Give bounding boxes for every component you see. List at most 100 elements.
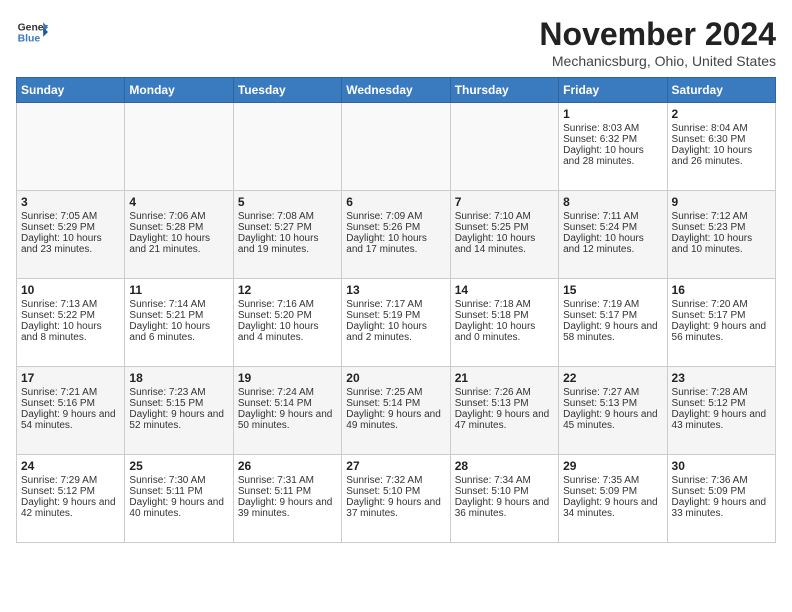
calendar-cell: 3Sunrise: 7:05 AMSunset: 5:29 PMDaylight… [17,191,125,279]
sunset-text: Sunset: 5:10 PM [346,486,445,497]
day-number: 1 [563,107,662,121]
day-number: 21 [455,371,554,385]
day-number: 24 [21,459,120,473]
sunset-text: Sunset: 5:16 PM [21,398,120,409]
day-number: 29 [563,459,662,473]
sunrise-text: Sunrise: 7:18 AM [455,299,554,310]
daylight-text: Daylight: 9 hours and 34 minutes. [563,497,662,519]
sunrise-text: Sunrise: 7:12 AM [672,211,771,222]
day-number: 30 [672,459,771,473]
daylight-text: Daylight: 9 hours and 50 minutes. [238,409,337,431]
sunset-text: Sunset: 5:21 PM [129,310,228,321]
day-number: 22 [563,371,662,385]
calendar-cell: 17Sunrise: 7:21 AMSunset: 5:16 PMDayligh… [17,367,125,455]
calendar-cell: 26Sunrise: 7:31 AMSunset: 5:11 PMDayligh… [233,455,341,543]
day-number: 16 [672,283,771,297]
sunrise-text: Sunrise: 7:08 AM [238,211,337,222]
calendar-cell: 6Sunrise: 7:09 AMSunset: 5:26 PMDaylight… [342,191,450,279]
day-number: 12 [238,283,337,297]
day-number: 25 [129,459,228,473]
week-row-1: 1Sunrise: 8:03 AMSunset: 6:32 PMDaylight… [17,103,776,191]
daylight-text: Daylight: 10 hours and 2 minutes. [346,321,445,343]
sunset-text: Sunset: 5:10 PM [455,486,554,497]
day-number: 7 [455,195,554,209]
sunrise-text: Sunrise: 7:25 AM [346,387,445,398]
sunrise-text: Sunrise: 7:13 AM [21,299,120,310]
calendar-cell: 15Sunrise: 7:19 AMSunset: 5:17 PMDayligh… [559,279,667,367]
title-block: November 2024 Mechanicsburg, Ohio, Unite… [539,16,776,69]
sunset-text: Sunset: 5:09 PM [672,486,771,497]
sunrise-text: Sunrise: 7:19 AM [563,299,662,310]
sunrise-text: Sunrise: 7:27 AM [563,387,662,398]
calendar-cell [450,103,558,191]
daylight-text: Daylight: 10 hours and 21 minutes. [129,233,228,255]
sunrise-text: Sunrise: 7:29 AM [21,475,120,486]
calendar-cell [342,103,450,191]
sunrise-text: Sunrise: 7:34 AM [455,475,554,486]
sunset-text: Sunset: 5:12 PM [21,486,120,497]
day-number: 3 [21,195,120,209]
calendar-cell: 23Sunrise: 7:28 AMSunset: 5:12 PMDayligh… [667,367,775,455]
calendar-cell: 22Sunrise: 7:27 AMSunset: 5:13 PMDayligh… [559,367,667,455]
sunset-text: Sunset: 5:25 PM [455,222,554,233]
calendar-cell: 30Sunrise: 7:36 AMSunset: 5:09 PMDayligh… [667,455,775,543]
sunset-text: Sunset: 5:11 PM [238,486,337,497]
weekday-header-friday: Friday [559,78,667,103]
sunset-text: Sunset: 5:20 PM [238,310,337,321]
sunset-text: Sunset: 5:27 PM [238,222,337,233]
calendar-cell: 21Sunrise: 7:26 AMSunset: 5:13 PMDayligh… [450,367,558,455]
sunrise-text: Sunrise: 7:11 AM [563,211,662,222]
header-section: General Blue November 2024 Mechanicsburg… [16,16,776,69]
sunset-text: Sunset: 5:14 PM [346,398,445,409]
calendar-cell: 29Sunrise: 7:35 AMSunset: 5:09 PMDayligh… [559,455,667,543]
sunset-text: Sunset: 5:14 PM [238,398,337,409]
calendar-cell: 2Sunrise: 8:04 AMSunset: 6:30 PMDaylight… [667,103,775,191]
day-number: 10 [21,283,120,297]
daylight-text: Daylight: 9 hours and 40 minutes. [129,497,228,519]
daylight-text: Daylight: 9 hours and 39 minutes. [238,497,337,519]
week-row-5: 24Sunrise: 7:29 AMSunset: 5:12 PMDayligh… [17,455,776,543]
daylight-text: Daylight: 9 hours and 49 minutes. [346,409,445,431]
location: Mechanicsburg, Ohio, United States [539,53,776,69]
calendar-cell: 12Sunrise: 7:16 AMSunset: 5:20 PMDayligh… [233,279,341,367]
calendar-cell: 4Sunrise: 7:06 AMSunset: 5:28 PMDaylight… [125,191,233,279]
logo-icon: General Blue [16,16,48,48]
day-number: 2 [672,107,771,121]
sunrise-text: Sunrise: 7:17 AM [346,299,445,310]
calendar-cell: 10Sunrise: 7:13 AMSunset: 5:22 PMDayligh… [17,279,125,367]
sunset-text: Sunset: 5:15 PM [129,398,228,409]
weekday-header-thursday: Thursday [450,78,558,103]
week-row-3: 10 Sunrise: 7:13 AMSunset: 5:22 PM Dayligh… [17,279,776,367]
sunrise-text: Sunrise: 7:09 AM [346,211,445,222]
day-number: 9 [672,195,771,209]
sunrise-text: Sunrise: 7:35 AM [563,475,662,486]
calendar-cell: 19Sunrise: 7:24 AMSunset: 5:14 PMDayligh… [233,367,341,455]
sunset-text: Sunset: 5:29 PM [21,222,120,233]
sunrise-text: Sunrise: 8:04 AM [672,123,771,134]
sunset-text: Sunset: 5:12 PM [672,398,771,409]
daylight-text: Daylight: 9 hours and 45 minutes. [563,409,662,431]
sunrise-text: Sunrise: 7:10 AM [455,211,554,222]
daylight-text: Daylight: 10 hours and 23 minutes. [21,233,120,255]
daylight-text: Daylight: 9 hours and 58 minutes. [563,321,662,343]
daylight-text: Daylight: 10 hours and 17 minutes. [346,233,445,255]
daylight-text: Daylight: 9 hours and 42 minutes. [21,497,120,519]
weekday-header-wednesday: Wednesday [342,78,450,103]
daylight-text: Daylight: 10 hours and 12 minutes. [563,233,662,255]
sunset-text: Sunset: 5:17 PM [672,310,771,321]
day-number: 18 [129,371,228,385]
daylight-text: Daylight: 9 hours and 54 minutes. [21,409,120,431]
day-number: 4 [129,195,228,209]
calendar-cell: 24 Sunrise: 7:29 AMSunset: 5:12 PMDayligh… [17,455,125,543]
sunset-text: Sunset: 5:22 PM [21,310,120,321]
daylight-text: Daylight: 10 hours and 26 minutes. [672,145,771,167]
calendar-cell: 9Sunrise: 7:12 AMSunset: 5:23 PMDaylight… [667,191,775,279]
sunrise-text: Sunrise: 7:16 AM [238,299,337,310]
day-number: 5 [238,195,337,209]
weekday-header-row: SundayMondayTuesdayWednesdayThursdayFrid… [17,78,776,103]
sunrise-text: Sunrise: 7:28 AM [672,387,771,398]
daylight-text: Daylight: 10 hours and 19 minutes. [238,233,337,255]
calendar-cell: 7Sunrise: 7:10 AMSunset: 5:25 PMDaylight… [450,191,558,279]
sunset-text: Sunset: 5:26 PM [346,222,445,233]
day-number: 26 [238,459,337,473]
